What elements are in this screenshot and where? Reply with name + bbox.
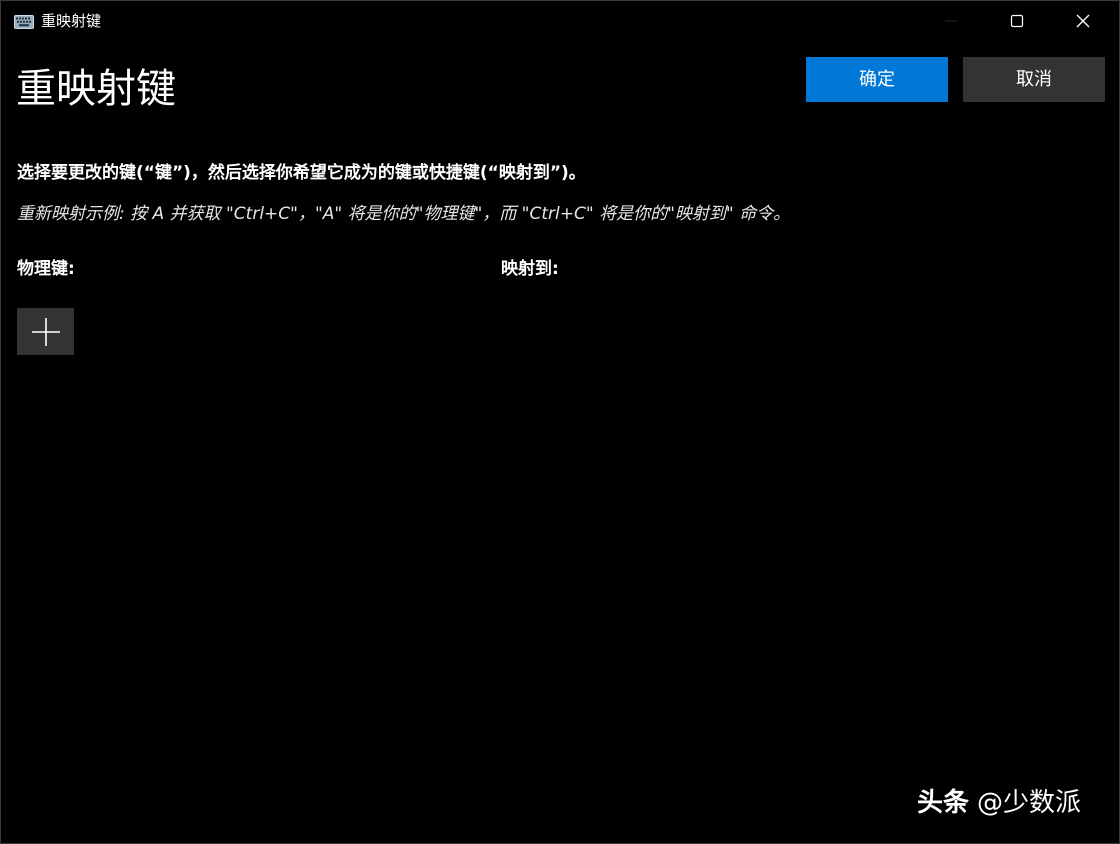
remap-keys-window: 重映射键 重映射键 确定 取消 选择要更改的键(“键”)，然后选择你希望它成为的…	[0, 0, 1120, 844]
window-title: 重映射键	[41, 12, 102, 30]
instructions-text: 选择要更改的键(“键”)，然后选择你希望它成为的键或快捷键(“映射到”)。	[17, 163, 586, 183]
watermark: 头条 @少数派	[917, 785, 1081, 821]
watermark-handle: @少数派	[977, 788, 1082, 818]
watermark-brand: 头条	[917, 788, 970, 818]
maximize-button[interactable]	[987, 1, 1051, 41]
minimize-button[interactable]	[921, 1, 985, 41]
physical-key-header: 物理键:	[17, 259, 75, 279]
mapped-to-header: 映射到:	[501, 259, 559, 279]
title-bar[interactable]: 重映射键	[1, 1, 1119, 41]
close-button[interactable]	[1053, 1, 1117, 41]
keyboard-icon	[14, 14, 34, 29]
ok-button[interactable]: 确定	[806, 57, 948, 102]
cancel-button[interactable]: 取消	[963, 57, 1105, 102]
page-title: 重映射键	[16, 66, 176, 112]
example-text: 重新映射示例: 按 A 并获取 "Ctrl+C"，"A" 将是你的"物理键"，而…	[17, 204, 791, 224]
add-mapping-button[interactable]	[17, 308, 74, 355]
